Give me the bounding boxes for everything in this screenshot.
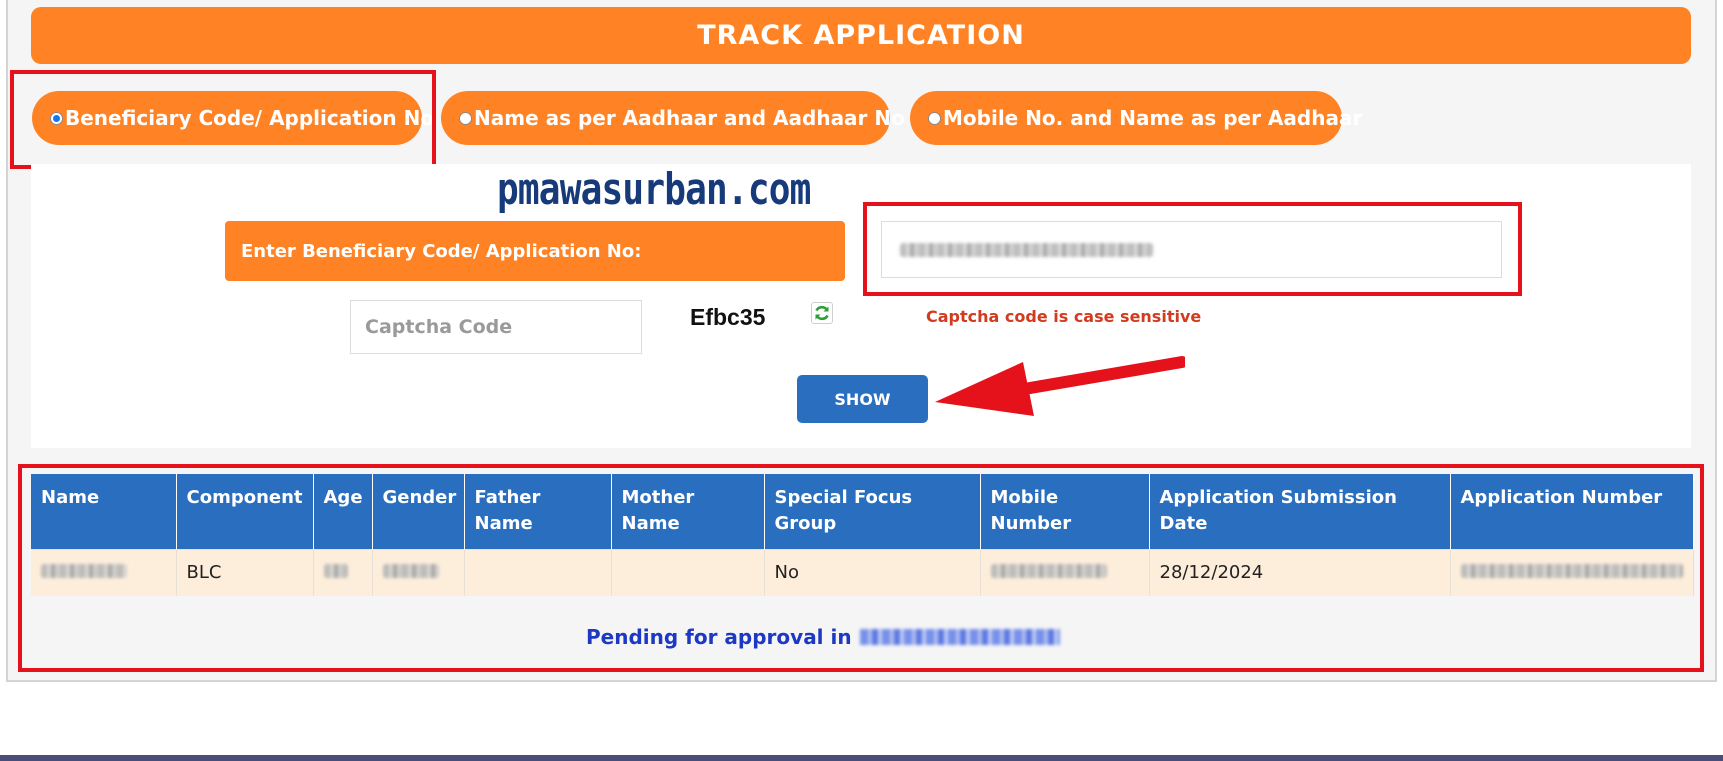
page-title: TRACK APPLICATION: [31, 7, 1691, 64]
radio-icon[interactable]: [459, 111, 472, 125]
show-button[interactable]: SHOW: [797, 375, 928, 423]
refresh-icon[interactable]: [811, 302, 833, 324]
option-aadhaar[interactable]: Name as per Aadhaar and Aadhaar No: [441, 91, 905, 145]
highlight-box-result: [18, 464, 1704, 672]
option-label: Name as per Aadhaar and Aadhaar No: [474, 106, 905, 130]
captcha-code: Efbc35: [690, 304, 766, 330]
arrow-icon: [935, 356, 1185, 416]
footer-bar: [0, 755, 1723, 761]
field-label: Enter Beneficiary Code/ Application No:: [225, 221, 845, 281]
captcha-input[interactable]: Captcha Code: [350, 300, 642, 354]
highlight-box-input: [863, 202, 1522, 296]
captcha-note: Captcha code is case sensitive: [926, 307, 1202, 326]
option-mobile[interactable]: Mobile No. and Name as per Aadhaar: [910, 91, 1362, 145]
highlight-box-option: [10, 70, 436, 169]
radio-icon[interactable]: [928, 111, 941, 125]
watermark-text: pmawasurban.com: [497, 164, 811, 215]
option-label: Mobile No. and Name as per Aadhaar: [943, 106, 1363, 130]
